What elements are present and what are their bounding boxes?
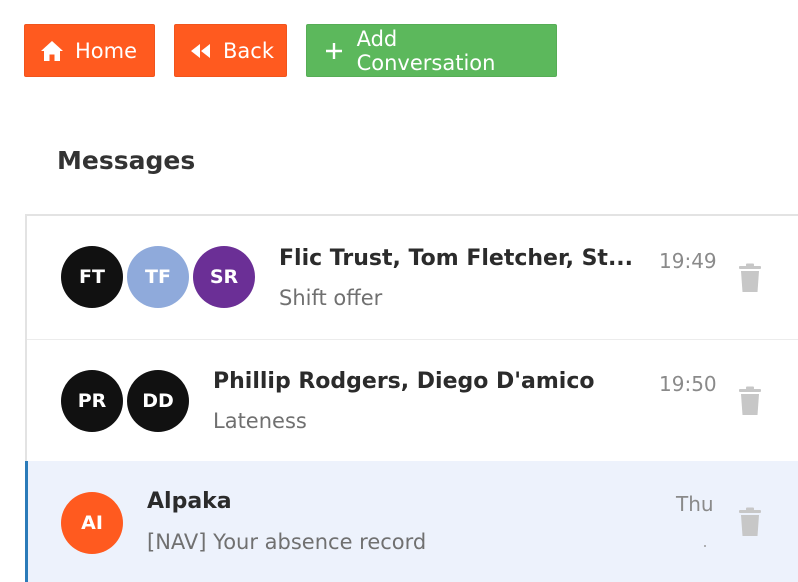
- conversation-title: Phillip Rodgers, Diego D'amico: [213, 369, 595, 394]
- conversation-title: Flic Trust, Tom Fletcher, St...: [279, 246, 634, 271]
- back-label: Back: [223, 38, 274, 63]
- avatar: SR: [193, 246, 255, 308]
- conversation-list: FT TF SR Flic Trust, Tom Fletcher, St...…: [25, 214, 798, 582]
- conversation-item-selected[interactable]: AI Alpaka [NAV] Your absence record Thu: [25, 461, 798, 582]
- avatar: PR: [61, 370, 123, 432]
- avatar: TF: [127, 246, 189, 308]
- trash-icon[interactable]: [737, 263, 763, 293]
- add-conversation-button[interactable]: Add Conversation: [306, 24, 557, 77]
- add-conversation-label: Add Conversation: [356, 26, 496, 75]
- back-button[interactable]: Back: [174, 24, 287, 77]
- avatar: AI: [61, 492, 123, 554]
- divider-dot: [704, 545, 706, 547]
- conversation-subject: [NAV] Your absence record: [147, 530, 427, 554]
- conversation-subject: Lateness: [213, 409, 307, 433]
- trash-icon[interactable]: [737, 507, 763, 537]
- conversation-subject: Shift offer: [279, 286, 383, 310]
- conversation-title: Alpaka: [147, 489, 232, 514]
- trash-icon[interactable]: [737, 386, 763, 416]
- backward-icon: [189, 40, 213, 62]
- home-button[interactable]: Home: [24, 24, 155, 77]
- conversation-time: 19:50: [659, 372, 717, 396]
- avatar: FT: [61, 246, 123, 308]
- avatar: DD: [127, 370, 189, 432]
- toolbar: Home Back Add Conversation: [24, 24, 557, 77]
- page-title: Messages: [57, 146, 196, 175]
- conversation-time: 19:49: [659, 249, 717, 273]
- home-label: Home: [75, 38, 138, 63]
- conversation-time: Thu: [676, 492, 714, 516]
- home-icon: [39, 40, 65, 62]
- conversation-item[interactable]: PR DD Phillip Rodgers, Diego D'amico Lat…: [27, 339, 798, 461]
- conversation-item[interactable]: FT TF SR Flic Trust, Tom Fletcher, St...…: [27, 216, 798, 338]
- plus-icon: [321, 40, 347, 62]
